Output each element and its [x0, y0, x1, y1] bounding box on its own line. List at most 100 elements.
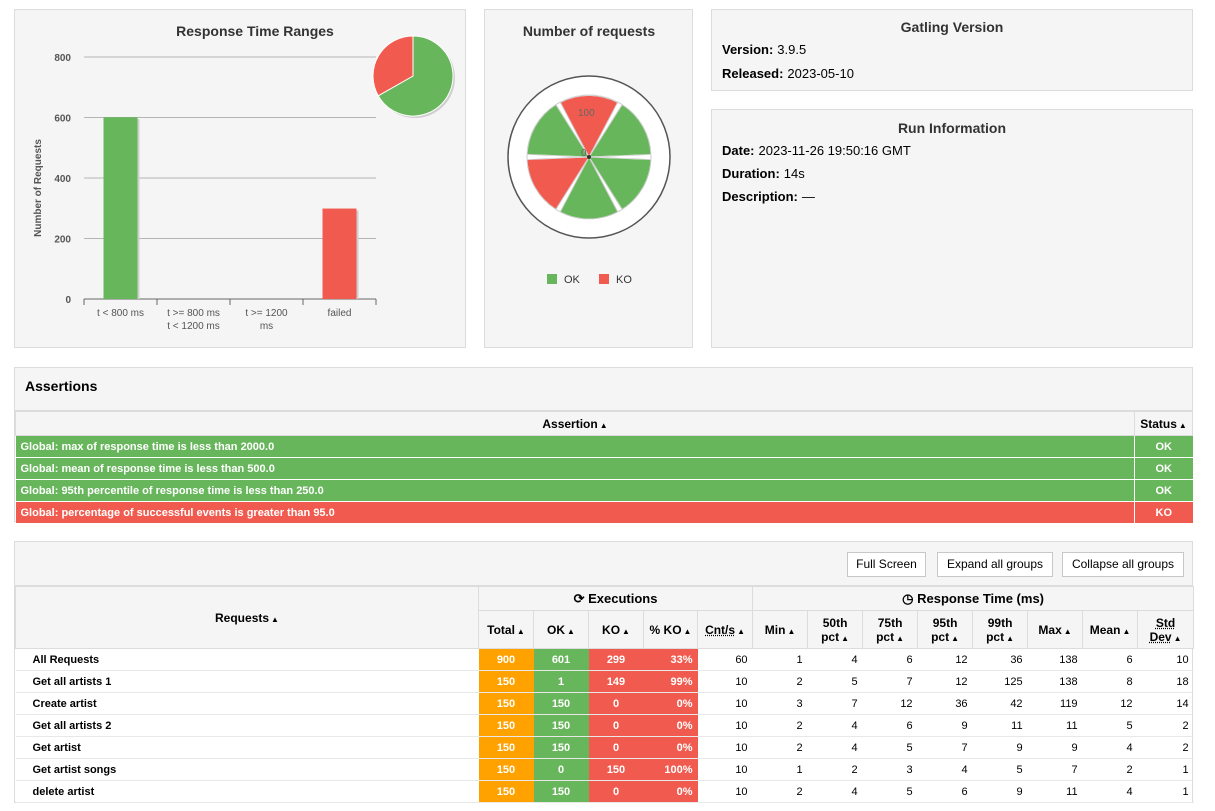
requests-column-header[interactable]: Requests ▲︎: [15, 586, 479, 649]
cnts-column-header[interactable]: Cnt/s ▲︎: [696, 610, 754, 649]
request-name[interactable]: All Requests: [15, 648, 479, 671]
pct-ko-column-header[interactable]: % KO ▲︎: [643, 610, 698, 649]
released-label: Released:: [722, 66, 784, 81]
std-dev-column-header[interactable]: Std Dev ▲︎: [1137, 610, 1195, 649]
p50-column-header[interactable]: 50th pct ▲︎: [807, 610, 864, 649]
request-row[interactable]: Get all artists 2 150 150 0 0% 10 2 4 6 9 11 11 5 2: [15, 714, 1194, 737]
sort-icon: ▲︎: [1178, 420, 1187, 430]
date-value: 2023-11-26 19:50:16 GMT: [758, 143, 911, 158]
total-cell: 150: [478, 780, 534, 803]
p50-cell: 4: [807, 714, 863, 737]
ko-column-header[interactable]: KO ▲︎: [588, 610, 644, 649]
std-dev-cell: 1: [1137, 758, 1194, 781]
legend-ok-swatch[interactable]: [547, 274, 557, 284]
std-dev-cell: 14: [1137, 692, 1194, 715]
bar[interactable]: [103, 117, 138, 299]
request-name[interactable]: Create artist: [15, 692, 479, 715]
sort-icon: ▲︎: [599, 420, 608, 430]
total-column-header[interactable]: Total ▲︎: [478, 610, 534, 649]
date-row: Date: 2023-11-26 19:50:16 GMT: [722, 143, 911, 158]
p50-cell: 4: [807, 648, 863, 671]
ko-cell: 299: [588, 648, 644, 671]
request-row[interactable]: Get all artists 1 150 1 149 99% 10 2 5 7 12 125 138…: [15, 670, 1194, 693]
assertion-row: Global: 95th percentile of response time…: [15, 479, 1193, 502]
assertion-text: Global: 95th percentile of response time…: [15, 479, 1135, 502]
assertion-status: OK: [1134, 457, 1193, 480]
assertion-status: KO: [1134, 501, 1193, 524]
max-column-header[interactable]: Max ▲︎: [1027, 610, 1084, 649]
full-screen-button[interactable]: Full Screen: [847, 552, 926, 577]
status-column-header[interactable]: Status ▲︎: [1134, 411, 1193, 436]
panel-title: Gatling Version: [900, 19, 1004, 35]
pct-ko-cell: 99%: [643, 670, 698, 693]
request-row[interactable]: Create artist 150 150 0 0% 10 3 7 12 36 42 119 12 14: [15, 692, 1194, 715]
ok-column-header[interactable]: OK ▲︎: [533, 610, 589, 649]
mean-cell: 8: [1082, 670, 1138, 693]
x-tick-label: t < 800 ms: [97, 308, 144, 319]
y-axis-label: Number of Requests: [33, 139, 44, 237]
p99-cell: 11: [972, 714, 1028, 737]
request-name[interactable]: Get all artists 2: [15, 714, 479, 737]
min-cell: 1: [752, 758, 808, 781]
max-cell: 11: [1027, 780, 1083, 803]
p50-cell: 4: [807, 736, 863, 759]
sort-asc-icon: ▲︎: [271, 614, 279, 624]
bar[interactable]: [322, 208, 357, 299]
max-cell: 11: [1027, 714, 1083, 737]
response-time-header: ◷ Response Time (ms): [752, 586, 1195, 611]
legend-ko-swatch[interactable]: [599, 274, 609, 284]
p95-cell: 4: [917, 758, 973, 781]
request-name[interactable]: delete artist: [15, 780, 479, 803]
description-value: —: [801, 189, 815, 204]
p99-cell: 125: [972, 670, 1028, 693]
legend-ok-label[interactable]: OK: [564, 274, 581, 286]
std-dev-cell: 10: [1137, 648, 1194, 671]
assertion-text: Global: percentage of successful events …: [15, 501, 1135, 524]
request-row[interactable]: delete artist 150 150 0 0% 10 2 4 5 6 9 11 4 1: [15, 780, 1194, 803]
p95-column-header[interactable]: 95th pct ▲︎: [917, 610, 974, 649]
min-column-header[interactable]: Min ▲︎: [752, 610, 809, 649]
response-time-ranges-panel: Response Time Ranges Number of Requests …: [14, 9, 466, 348]
cnts-cell: 10: [697, 714, 753, 737]
ko-cell: 0: [588, 736, 644, 759]
min-cell: 1: [752, 648, 808, 671]
pct-ko-cell: 100%: [643, 758, 698, 781]
request-name[interactable]: Get artist: [15, 736, 479, 759]
date-label: Date:: [722, 143, 755, 158]
all-requests-row[interactable]: All Requests 900 601 299 33% 60 1 4 6 12 36 138 6 10: [15, 648, 1194, 671]
request-name[interactable]: Get artist songs: [15, 758, 479, 781]
radial-tick-100: 100: [578, 108, 595, 119]
request-name[interactable]: Get all artists 1: [15, 670, 479, 693]
p99-cell: 9: [972, 780, 1028, 803]
max-cell: 119: [1027, 692, 1083, 715]
mean-cell: 4: [1082, 780, 1138, 803]
legend-ko-label[interactable]: KO: [616, 274, 632, 286]
released-row: Released: 2023-05-10: [722, 66, 854, 81]
ko-cell: 150: [588, 758, 644, 781]
min-cell: 2: [752, 780, 808, 803]
p99-cell: 36: [972, 648, 1028, 671]
p50-cell: 5: [807, 670, 863, 693]
duration-row: Duration: 14s: [722, 166, 805, 181]
request-row[interactable]: Get artist 150 150 0 0% 10 2 4 5 7 9 9 4 2: [15, 736, 1194, 759]
collapse-all-groups-button[interactable]: Collapse all groups: [1062, 552, 1184, 577]
p75-cell: 5: [862, 736, 918, 759]
x-tick-label: t < 1200 ms: [167, 321, 220, 332]
p95-cell: 9: [917, 714, 973, 737]
total-cell: 150: [478, 714, 534, 737]
x-tick-label: failed: [328, 308, 352, 319]
assertion-row: Global: max of response time is less tha…: [15, 435, 1193, 458]
request-row[interactable]: Get artist songs 150 0 150 100% 10 1 2 3 4 5 7 2 1: [15, 758, 1194, 781]
statistics-panel: Full Screen Expand all groups Collapse a…: [14, 541, 1195, 803]
assertion-status: OK: [1134, 435, 1193, 458]
assertion-text: Global: max of response time is less tha…: [15, 435, 1135, 458]
description-label: Description:: [722, 189, 798, 204]
assertion-column-header[interactable]: Assertion ▲︎: [15, 411, 1135, 436]
mean-column-header[interactable]: Mean ▲︎: [1082, 610, 1139, 649]
p99-column-header[interactable]: 99th pct ▲︎: [972, 610, 1029, 649]
expand-all-groups-button[interactable]: Expand all groups: [937, 552, 1053, 577]
p75-cell: 3: [862, 758, 918, 781]
ok-cell: 150: [533, 714, 589, 737]
cnts-cell: 10: [697, 780, 753, 803]
p75-column-header[interactable]: 75th pct ▲︎: [862, 610, 919, 649]
